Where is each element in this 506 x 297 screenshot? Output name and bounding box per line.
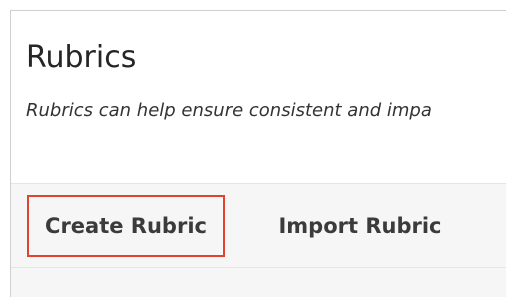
rubric-list-area bbox=[11, 268, 506, 297]
rubrics-header: Rubrics Rubrics can help ensure consiste… bbox=[11, 11, 506, 183]
rubrics-panel: Rubrics Rubrics can help ensure consiste… bbox=[10, 10, 506, 297]
import-rubric-label: Import Rubric bbox=[278, 214, 442, 238]
import-rubric-button[interactable]: Import Rubric bbox=[265, 195, 455, 257]
page-description: Rubrics can help ensure consistent and i… bbox=[26, 100, 432, 121]
create-rubric-button[interactable]: Create Rubric bbox=[27, 195, 225, 257]
page-title: Rubrics bbox=[26, 40, 137, 75]
create-rubric-label: Create Rubric bbox=[45, 214, 207, 238]
rubric-action-toolbar: Create Rubric Import Rubric bbox=[11, 183, 506, 268]
